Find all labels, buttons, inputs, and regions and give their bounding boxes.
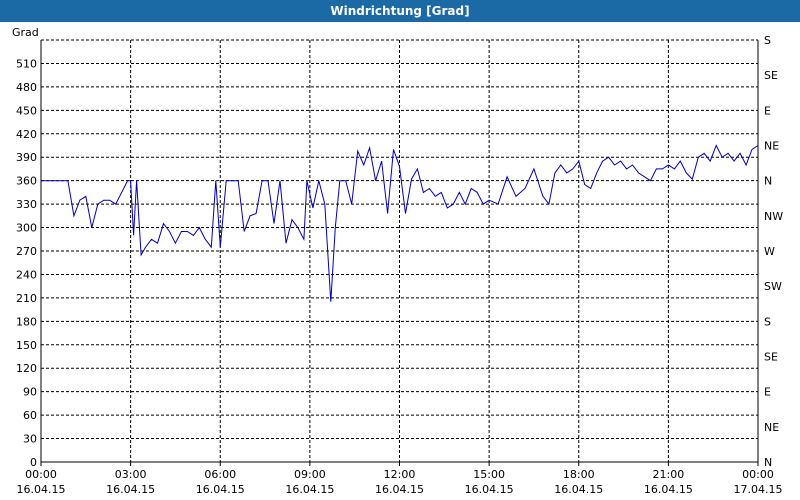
y-axis-label: Grad [12, 26, 39, 39]
y-tick-label: 510 [16, 57, 37, 70]
x-tick-time: 06:00 [204, 468, 236, 481]
x-axis-ticks: 00:00 16.04.15 03:00 16.04.15 06:00 16.04.15 0… [17, 462, 783, 496]
y-tick-label: 450 [16, 104, 37, 117]
x-tick-time: 00:00 [742, 468, 774, 481]
x-tick-time: 21:00 [653, 468, 685, 481]
y-tick-label: 480 [16, 81, 37, 94]
chart-window: Windrichtung [Grad] Grad 0 30 60 90 120 150 18… [0, 0, 800, 500]
x-tick-time: 12:00 [384, 468, 416, 481]
right-tick-label: E [764, 104, 771, 117]
right-tick-label: W [764, 245, 775, 258]
left-axis-ticks: 0306090120150180210240270300330360390420… [16, 57, 37, 469]
y-tick-label: 330 [16, 198, 37, 211]
axes: Grad [12, 26, 759, 463]
y-tick-label: 180 [16, 315, 37, 328]
y-tick-label: 30 [23, 433, 37, 446]
chart-title: Windrichtung [Grad] [0, 0, 800, 22]
grid [41, 39, 758, 462]
y-tick-label: 390 [16, 151, 37, 164]
y-tick-label: 360 [16, 175, 37, 188]
x-tick-date: 16.04.15 [644, 483, 693, 496]
right-tick-label: NE [764, 421, 779, 434]
y-tick-label: 420 [16, 128, 37, 141]
x-tick-time: 00:00 [25, 468, 57, 481]
right-tick-label: SE [764, 69, 778, 82]
x-tick-date: 16.04.15 [196, 483, 245, 496]
y-tick-label: 90 [23, 386, 37, 399]
x-tick-time: 09:00 [294, 468, 326, 481]
right-tick-label: S [764, 34, 771, 47]
y-tick-label: 270 [16, 245, 37, 258]
right-tick-label: SW [764, 280, 782, 293]
series-layer [41, 144, 759, 302]
x-tick-date: 16.04.15 [465, 483, 514, 496]
x-tick-date: 16.04.15 [285, 483, 334, 496]
right-tick-label: NE [764, 140, 779, 153]
x-tick-date: 16.04.15 [106, 483, 155, 496]
right-axis-ticks: NNEESESSWWNWNNEESES [764, 34, 783, 469]
y-tick-label: 210 [16, 292, 37, 305]
x-tick-date: 16.04.15 [554, 483, 603, 496]
x-tick-date: 16.04.15 [375, 483, 424, 496]
x-tick-date: 16.04.15 [17, 483, 66, 496]
y-tick-label: 150 [16, 339, 37, 352]
y-tick-label: 60 [23, 409, 37, 422]
series-line [41, 144, 759, 302]
x-tick-time: 15:00 [473, 468, 505, 481]
right-tick-label: NW [764, 210, 783, 223]
x-tick-time: 18:00 [563, 468, 595, 481]
right-tick-label: N [764, 175, 772, 188]
x-tick-time: 03:00 [115, 468, 147, 481]
right-tick-label: E [764, 386, 771, 399]
y-tick-label: 120 [16, 362, 37, 375]
x-tick-date: 17.04.15 [734, 483, 783, 496]
y-tick-label: 300 [16, 222, 37, 235]
right-tick-label: S [764, 315, 771, 328]
y-tick-label: 240 [16, 268, 37, 281]
wind-direction-chart: Grad 03060901201501802102402703003303603… [12, 26, 783, 496]
right-tick-label: SE [764, 351, 778, 364]
